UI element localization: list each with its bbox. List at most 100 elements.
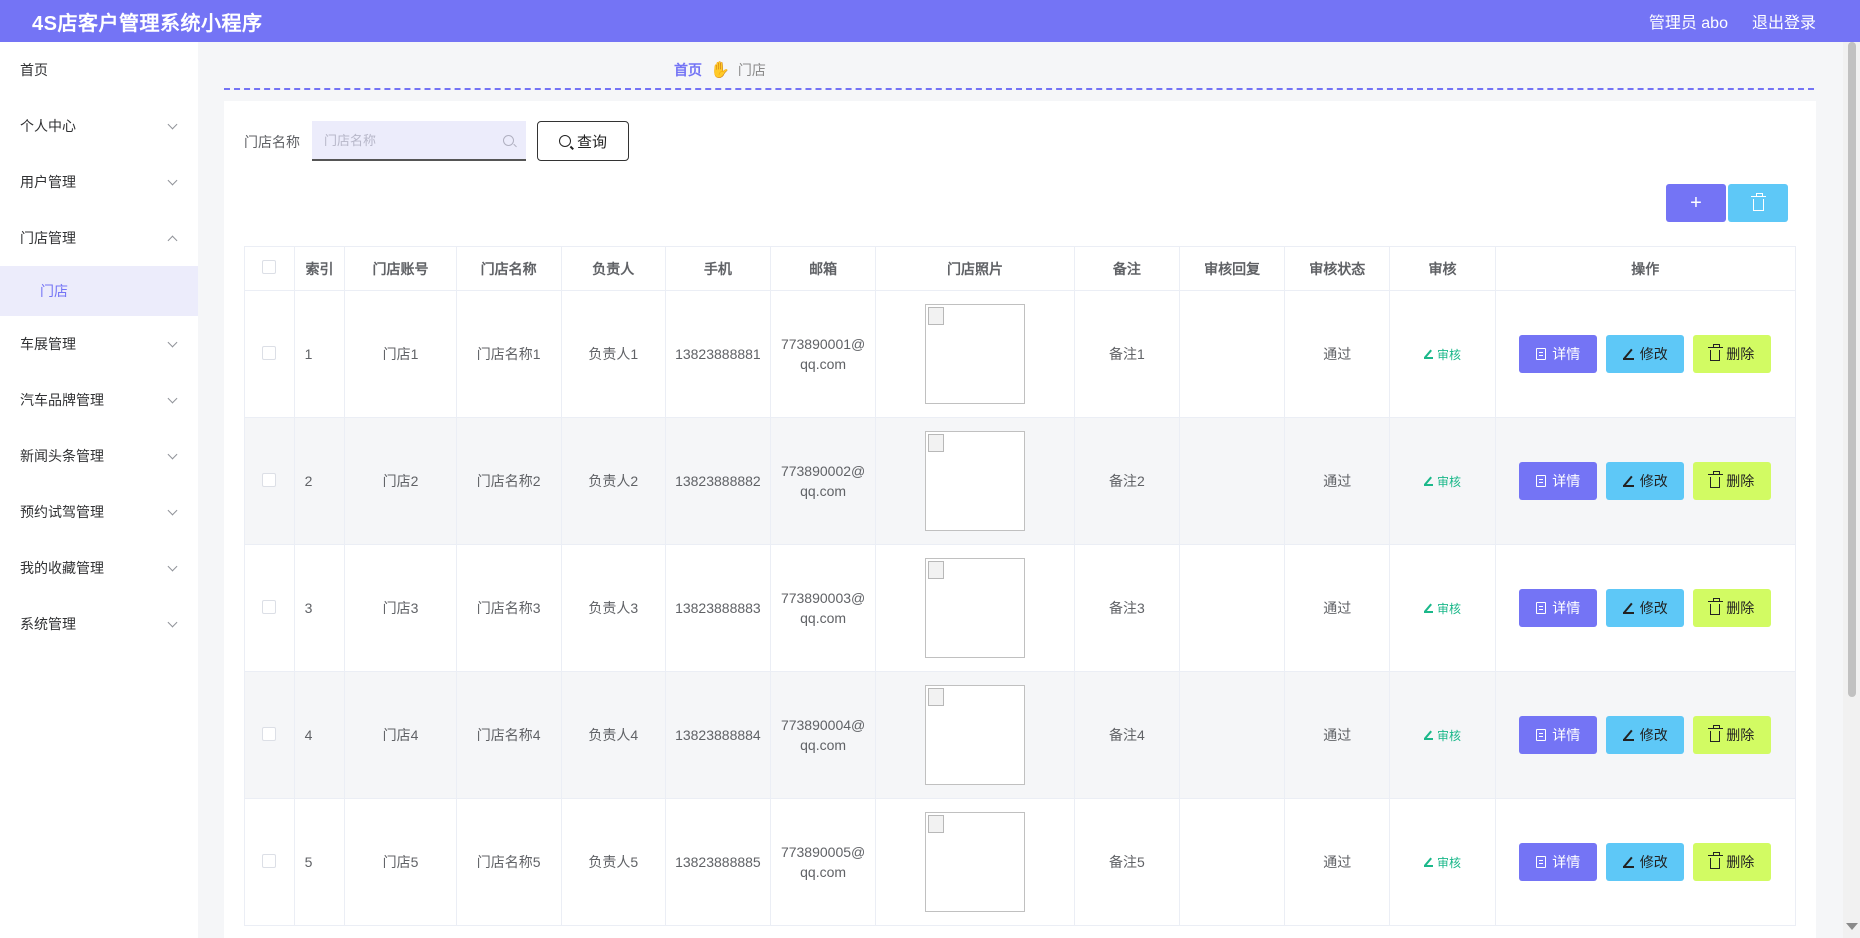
delete-label: 删除: [1726, 727, 1755, 743]
column-header: 审核: [1389, 246, 1496, 291]
detail-button[interactable]: 详情: [1519, 589, 1598, 627]
chevron-down-icon: [167, 337, 178, 347]
sidebar-item-test-drive[interactable]: 预约试驾管理: [0, 484, 198, 540]
audit-link[interactable]: 审核: [1424, 854, 1461, 871]
sidebar-item-label: 首页: [20, 62, 48, 78]
scrollbar-thumb[interactable]: [1848, 42, 1856, 697]
cell-remark: 备注3: [1073, 544, 1181, 672]
edit-button[interactable]: 修改: [1606, 462, 1685, 500]
cell-name: 门店名称1: [455, 290, 562, 418]
cell-reply: [1178, 544, 1286, 672]
row-checkbox[interactable]: [262, 472, 277, 487]
cell-email: 773890005@qq.com: [769, 798, 877, 926]
page-scrollbar[interactable]: [1843, 42, 1860, 938]
row-checkbox[interactable]: [262, 853, 277, 868]
row-checkbox[interactable]: [262, 345, 277, 360]
search-icon: [558, 135, 571, 147]
select-all-checkbox[interactable]: [262, 260, 277, 274]
document-icon: [1536, 602, 1547, 614]
sidebar-item-stores[interactable]: 门店管理: [0, 210, 198, 266]
audit-link-label: 审核: [1437, 601, 1462, 616]
column-header: 负责人: [560, 246, 666, 291]
audit-link[interactable]: 审核: [1424, 473, 1461, 490]
delete-button[interactable]: 删除: [1693, 716, 1772, 754]
scroll-down-arrow-icon[interactable]: [1846, 923, 1858, 930]
edit-label: 修改: [1639, 854, 1668, 870]
edit-pen-icon: [1424, 477, 1433, 486]
sidebar-item-home[interactable]: 首页: [0, 42, 198, 98]
store-photo-broken-image[interactable]: [925, 431, 1025, 531]
table-row: 4 门店4 门店名称4 负责人4 13823888884 773890004@q…: [244, 671, 1797, 799]
store-photo-broken-image[interactable]: [925, 558, 1025, 658]
sidebar-item-car-shows[interactable]: 车展管理: [0, 316, 198, 372]
cell-status: 通过: [1284, 290, 1391, 418]
store-photo-broken-image[interactable]: [925, 685, 1025, 785]
detail-button[interactable]: 详情: [1519, 335, 1598, 373]
row-actions: 详情 修改 删除: [1496, 843, 1795, 881]
cell-phone: 13823888881: [664, 290, 772, 418]
sidebar-item-news[interactable]: 新闻头条管理: [0, 428, 198, 484]
column-header: 手机: [664, 246, 772, 291]
cell-name: 门店名称2: [455, 417, 562, 545]
cell-reply: [1178, 417, 1286, 545]
sidebar-subitem-store[interactable]: 门店: [0, 266, 198, 316]
cell-reply: [1178, 798, 1286, 926]
sidebar-item-label: 我的收藏管理: [20, 560, 104, 576]
row-actions: 详情 修改 删除: [1496, 462, 1795, 500]
table-row: 5 门店5 门店名称5 负责人5 13823888885 773890005@q…: [244, 798, 1797, 926]
delete-button[interactable]: 删除: [1693, 462, 1772, 500]
batch-delete-button[interactable]: [1728, 184, 1788, 222]
audit-link[interactable]: 审核: [1424, 727, 1461, 744]
sidebar-item-label: 预约试驾管理: [20, 504, 104, 520]
edit-button[interactable]: 修改: [1606, 716, 1685, 754]
edit-button[interactable]: 修改: [1606, 335, 1685, 373]
row-checkbox[interactable]: [262, 726, 277, 741]
cell-email: 773890002@qq.com: [769, 417, 877, 545]
detail-button[interactable]: 详情: [1519, 462, 1598, 500]
audit-link[interactable]: 审核: [1424, 600, 1461, 617]
audit-link[interactable]: 审核: [1424, 346, 1461, 363]
cell-name: 门店名称3: [455, 544, 562, 672]
trash-icon: [1708, 852, 1724, 869]
store-photo-broken-image[interactable]: [925, 812, 1025, 912]
edit-button[interactable]: 修改: [1606, 589, 1685, 627]
cell-status: 通过: [1284, 544, 1391, 672]
column-header: 备注: [1073, 246, 1181, 291]
store-photo-broken-image[interactable]: [925, 304, 1025, 404]
cell-phone: 13823888885: [664, 798, 772, 926]
cell-email: 773890004@qq.com: [769, 671, 877, 799]
delete-button[interactable]: 删除: [1693, 843, 1772, 881]
sidebar-item-profile[interactable]: 个人中心: [0, 98, 198, 154]
logout-link[interactable]: 退出登录: [1752, 9, 1816, 33]
cell-index: 2: [293, 417, 346, 545]
edit-pen-icon: [1622, 476, 1634, 487]
delete-button[interactable]: 删除: [1693, 589, 1772, 627]
chevron-down-icon: [167, 617, 178, 627]
search-input[interactable]: [324, 132, 503, 148]
cell-account: 门店3: [344, 544, 457, 672]
detail-button[interactable]: 详情: [1519, 843, 1598, 881]
sidebar-item-favorites[interactable]: 我的收藏管理: [0, 540, 198, 596]
breadcrumb-current: 门店: [737, 62, 766, 78]
admin-user-label[interactable]: 管理员 abo: [1649, 9, 1728, 33]
cell-phone: 13823888884: [664, 671, 772, 799]
sidebar-item-brands[interactable]: 汽车品牌管理: [0, 372, 198, 428]
add-button[interactable]: +: [1666, 184, 1726, 222]
sidebar-item-users[interactable]: 用户管理: [0, 154, 198, 210]
cell-email: 773890001@qq.com: [769, 290, 877, 418]
table-row: 2 门店2 门店名称2 负责人2 13823888882 773890002@q…: [244, 417, 1797, 545]
detail-button[interactable]: 详情: [1519, 716, 1598, 754]
cell-manager: 负责人1: [560, 290, 666, 418]
row-checkbox[interactable]: [262, 599, 277, 614]
cell-manager: 负责人4: [560, 671, 666, 799]
breadcrumb-home-link[interactable]: 首页: [674, 60, 702, 80]
query-button[interactable]: 查询: [537, 121, 629, 161]
sidebar-item-system[interactable]: 系统管理: [0, 596, 198, 652]
delete-label: 删除: [1726, 854, 1755, 870]
edit-pen-icon: [1424, 350, 1433, 359]
hand-icon: ✋: [710, 62, 730, 79]
edit-button[interactable]: 修改: [1606, 843, 1685, 881]
delete-button[interactable]: 删除: [1693, 335, 1772, 373]
audit-link-label: 审核: [1437, 728, 1462, 743]
cell-reply: [1178, 671, 1286, 799]
